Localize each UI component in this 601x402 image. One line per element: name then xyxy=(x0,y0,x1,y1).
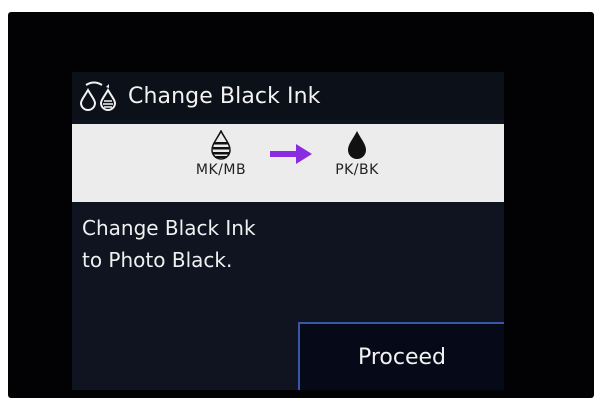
ink-change-panel: MK/MB PK/BK xyxy=(72,124,504,202)
page-title: Change Black Ink xyxy=(128,83,321,109)
arrow-right-icon xyxy=(270,144,312,164)
lcd-screen: Change Black Ink MK/MB PK/BK Change Blac… xyxy=(72,72,504,390)
striped-ink-drop-icon xyxy=(211,130,231,160)
solid-ink-drop-icon xyxy=(348,131,366,159)
message-line-1: Change Black Ink xyxy=(82,216,256,240)
ink-from: MK/MB xyxy=(176,130,266,178)
ink-to-label: PK/BK xyxy=(335,162,379,178)
message-line-2: to Photo Black. xyxy=(82,248,233,272)
ink-to: PK/BK xyxy=(312,130,402,178)
device-bezel: Change Black Ink MK/MB PK/BK Change Blac… xyxy=(8,12,594,398)
instruction-message: Change Black Ink to Photo Black. xyxy=(82,212,256,276)
ink-exchange-icon xyxy=(79,81,117,111)
ink-from-label: MK/MB xyxy=(195,162,247,178)
title-bar: Change Black Ink xyxy=(72,72,504,120)
proceed-button[interactable]: Proceed xyxy=(298,322,504,390)
